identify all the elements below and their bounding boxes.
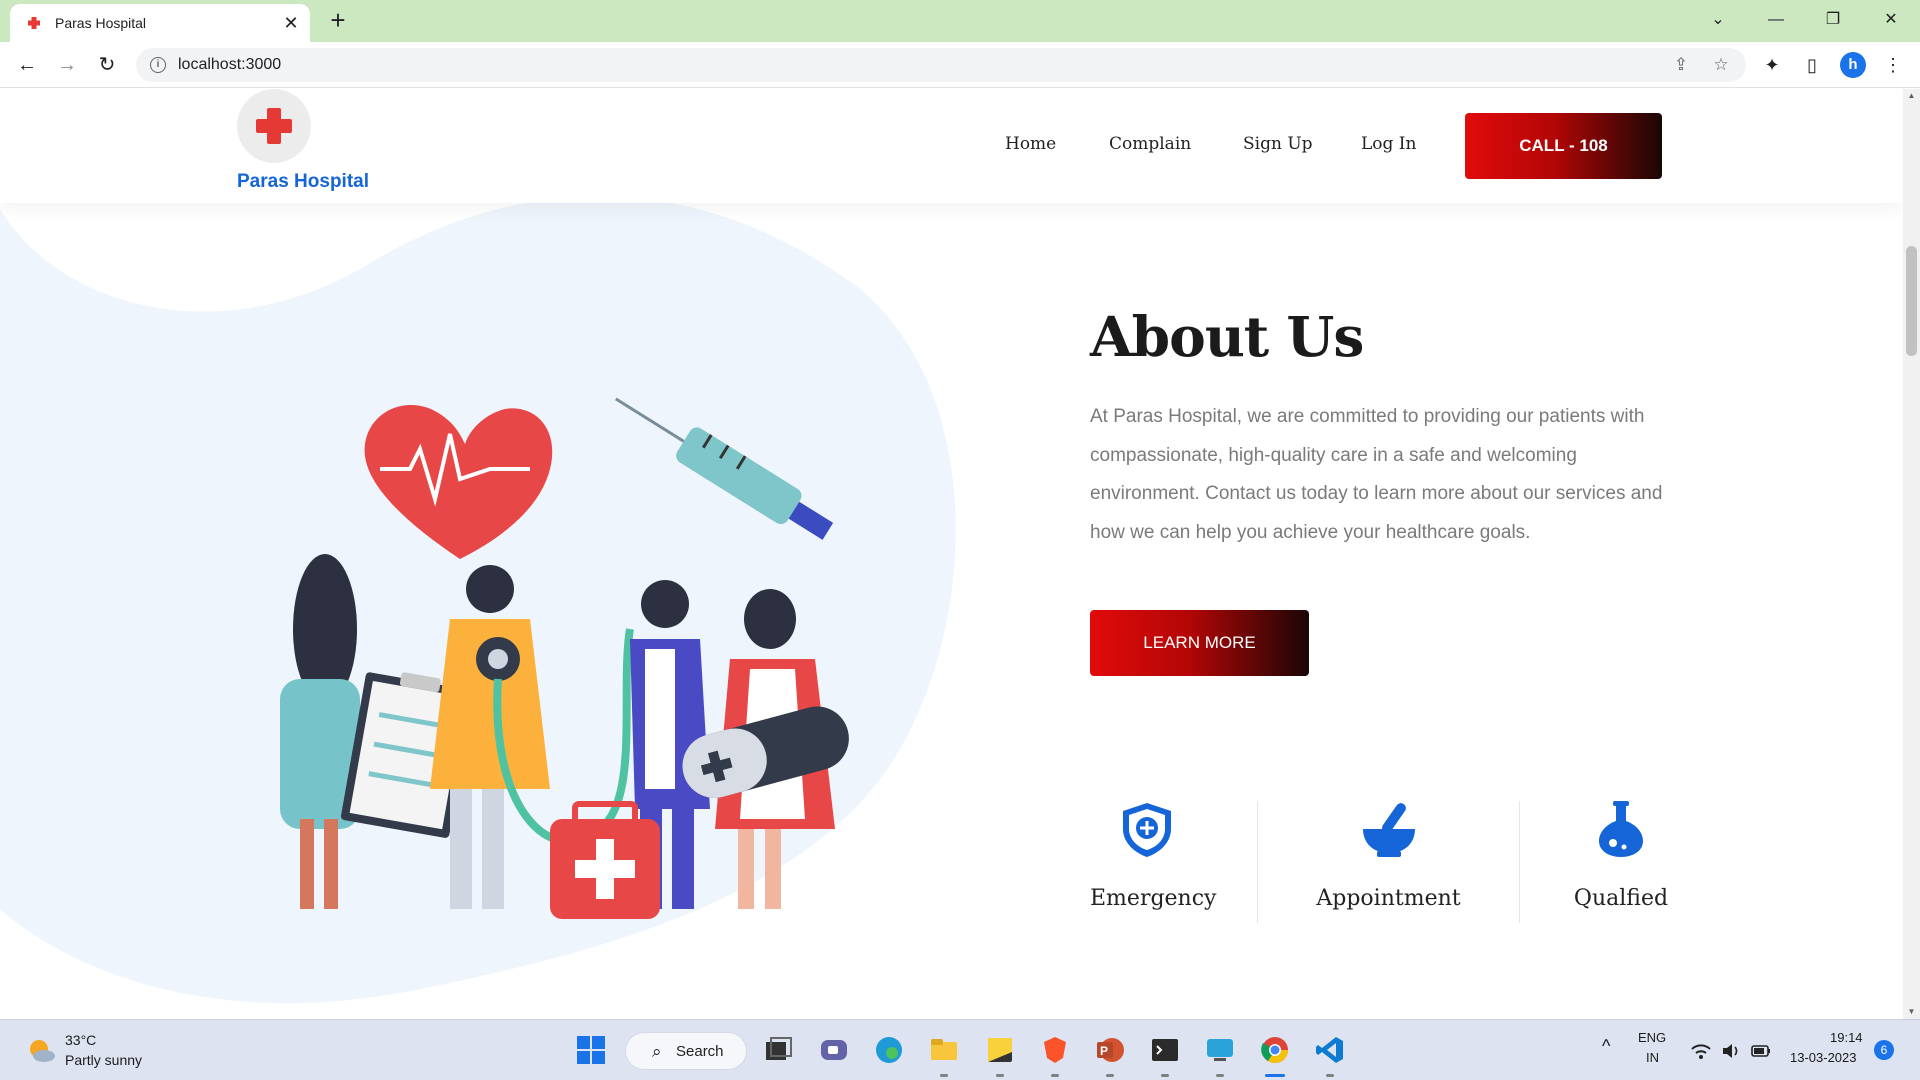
extensions-icon[interactable]: ✦: [1759, 52, 1785, 78]
nav-home[interactable]: Home: [1005, 134, 1056, 154]
svg-text:P: P: [1100, 1044, 1108, 1058]
tab-search-dropdown-icon[interactable]: ⌄: [1703, 6, 1733, 34]
scroll-thumb[interactable]: [1906, 246, 1917, 356]
tab-close-icon[interactable]: ✕: [280, 12, 302, 34]
file-explorer-icon[interactable]: [928, 1034, 960, 1066]
edge-browser-icon[interactable]: [873, 1034, 905, 1066]
feature-appointment[interactable]: Appointment: [1313, 799, 1464, 939]
mortar-pestle-icon: [1362, 803, 1415, 857]
windows-start-icon[interactable]: [575, 1034, 607, 1066]
running-indicator: [1161, 1074, 1169, 1077]
task-view-icon[interactable]: [762, 1034, 794, 1066]
taskbar-search[interactable]: ⌕ Search: [625, 1032, 747, 1070]
clock-time[interactable]: 19:14: [1830, 1030, 1863, 1045]
sticky-notes-icon[interactable]: [984, 1034, 1016, 1066]
call-button[interactable]: CALL - 108: [1465, 113, 1662, 179]
flask-icon: [1599, 801, 1643, 857]
running-indicator: [1051, 1074, 1059, 1077]
wifi-icon[interactable]: [1690, 1040, 1712, 1062]
bookmark-star-icon[interactable]: ☆: [1710, 54, 1732, 76]
feature-label: Emergency: [1090, 886, 1217, 911]
nav-log-in[interactable]: Log In: [1361, 134, 1416, 154]
nav-complain[interactable]: Complain: [1109, 134, 1191, 154]
back-button[interactable]: ←: [13, 51, 41, 79]
search-icon: ⌕: [652, 1042, 662, 1061]
brave-browser-icon[interactable]: [1039, 1034, 1071, 1066]
medical-team-illustration: [280, 397, 849, 919]
language-bottom[interactable]: IN: [1646, 1050, 1659, 1065]
page-scrollbar[interactable]: ▲ ▼: [1903, 89, 1920, 1019]
running-indicator: [1326, 1074, 1334, 1077]
browser-tab-strip: Paras Hospital ✕ + ⌄ — ❐ ✕: [0, 0, 1920, 42]
site-header: Paras Hospital Home Complain Sign Up Log…: [0, 89, 1903, 203]
teams-chat-icon[interactable]: [818, 1034, 850, 1066]
new-tab-button[interactable]: +: [324, 7, 352, 35]
scroll-up-arrow-icon[interactable]: ▲: [1903, 89, 1920, 103]
minimize-button[interactable]: —: [1761, 6, 1791, 34]
feature-emergency[interactable]: Emergency: [1090, 799, 1217, 939]
feature-divider: [1257, 801, 1258, 923]
running-indicator: [1216, 1074, 1224, 1077]
search-label: Search: [676, 1043, 724, 1060]
weather-description[interactable]: Partly sunny: [65, 1052, 142, 1068]
profile-avatar[interactable]: h: [1840, 52, 1866, 78]
tab-title: Paras Hospital: [55, 15, 147, 31]
language-top[interactable]: ENG: [1638, 1030, 1666, 1045]
chrome-browser-icon[interactable]: [1259, 1034, 1291, 1066]
powerpoint-icon[interactable]: P: [1094, 1034, 1126, 1066]
clock-date[interactable]: 13-03-2023: [1790, 1050, 1857, 1065]
weather-temperature[interactable]: 33°C: [65, 1032, 96, 1048]
notification-badge[interactable]: 6: [1874, 1040, 1894, 1060]
remote-desktop-icon[interactable]: [1204, 1034, 1236, 1066]
url-text[interactable]: localhost:3000: [178, 56, 281, 74]
about-description: At Paras Hospital, we are committed to p…: [1090, 406, 1663, 543]
close-window-button[interactable]: ✕: [1876, 6, 1906, 34]
restore-button[interactable]: ❐: [1818, 6, 1848, 34]
battery-icon[interactable]: [1750, 1040, 1772, 1062]
terminal-icon[interactable]: [1149, 1034, 1181, 1066]
brand-name[interactable]: Paras Hospital: [237, 171, 369, 193]
running-indicator: [940, 1074, 948, 1077]
site-info-icon[interactable]: i: [150, 57, 166, 73]
scroll-down-arrow-icon[interactable]: ▼: [1903, 1005, 1920, 1019]
browser-toolbar: ← → ↻ i localhost:3000 ⇪ ☆ ✦ ▯ h ⋮: [0, 42, 1920, 88]
feature-qualified[interactable]: Qualfied: [1573, 799, 1669, 939]
feature-label: Qualfied: [1573, 886, 1669, 911]
address-bar[interactable]: i localhost:3000 ⇪ ☆: [136, 48, 1746, 82]
volume-icon[interactable]: [1720, 1040, 1742, 1062]
forward-button[interactable]: →: [53, 51, 81, 79]
hospital-cross-favicon-icon: [28, 17, 40, 29]
browser-tab-active[interactable]: Paras Hospital ✕: [10, 4, 310, 42]
learn-more-button[interactable]: LEARN MORE: [1090, 610, 1309, 676]
partly-sunny-icon[interactable]: [26, 1036, 56, 1066]
windows-taskbar: 33°C Partly sunny ⌕ Search P ^ ENG IN 19…: [0, 1019, 1920, 1080]
running-indicator: [1106, 1074, 1114, 1077]
side-panel-icon[interactable]: ▯: [1799, 52, 1825, 78]
share-icon[interactable]: ⇪: [1670, 54, 1692, 76]
red-cross-logo-icon: [256, 108, 292, 144]
nav-sign-up[interactable]: Sign Up: [1243, 134, 1313, 154]
page-viewport: Paras Hospital Home Complain Sign Up Log…: [0, 89, 1903, 1019]
about-title: About Us: [1090, 304, 1364, 369]
running-indicator: [996, 1074, 1004, 1077]
feature-divider: [1519, 801, 1520, 923]
shield-plus-icon: [1122, 803, 1171, 857]
reload-button[interactable]: ↻: [93, 51, 121, 79]
feature-label: Appointment: [1316, 886, 1461, 911]
active-indicator: [1265, 1074, 1285, 1077]
vscode-icon[interactable]: [1314, 1034, 1346, 1066]
logo[interactable]: [237, 89, 311, 163]
show-hidden-icons-chevron-icon[interactable]: ^: [1602, 1036, 1610, 1057]
browser-menu-icon[interactable]: ⋮: [1880, 52, 1906, 78]
